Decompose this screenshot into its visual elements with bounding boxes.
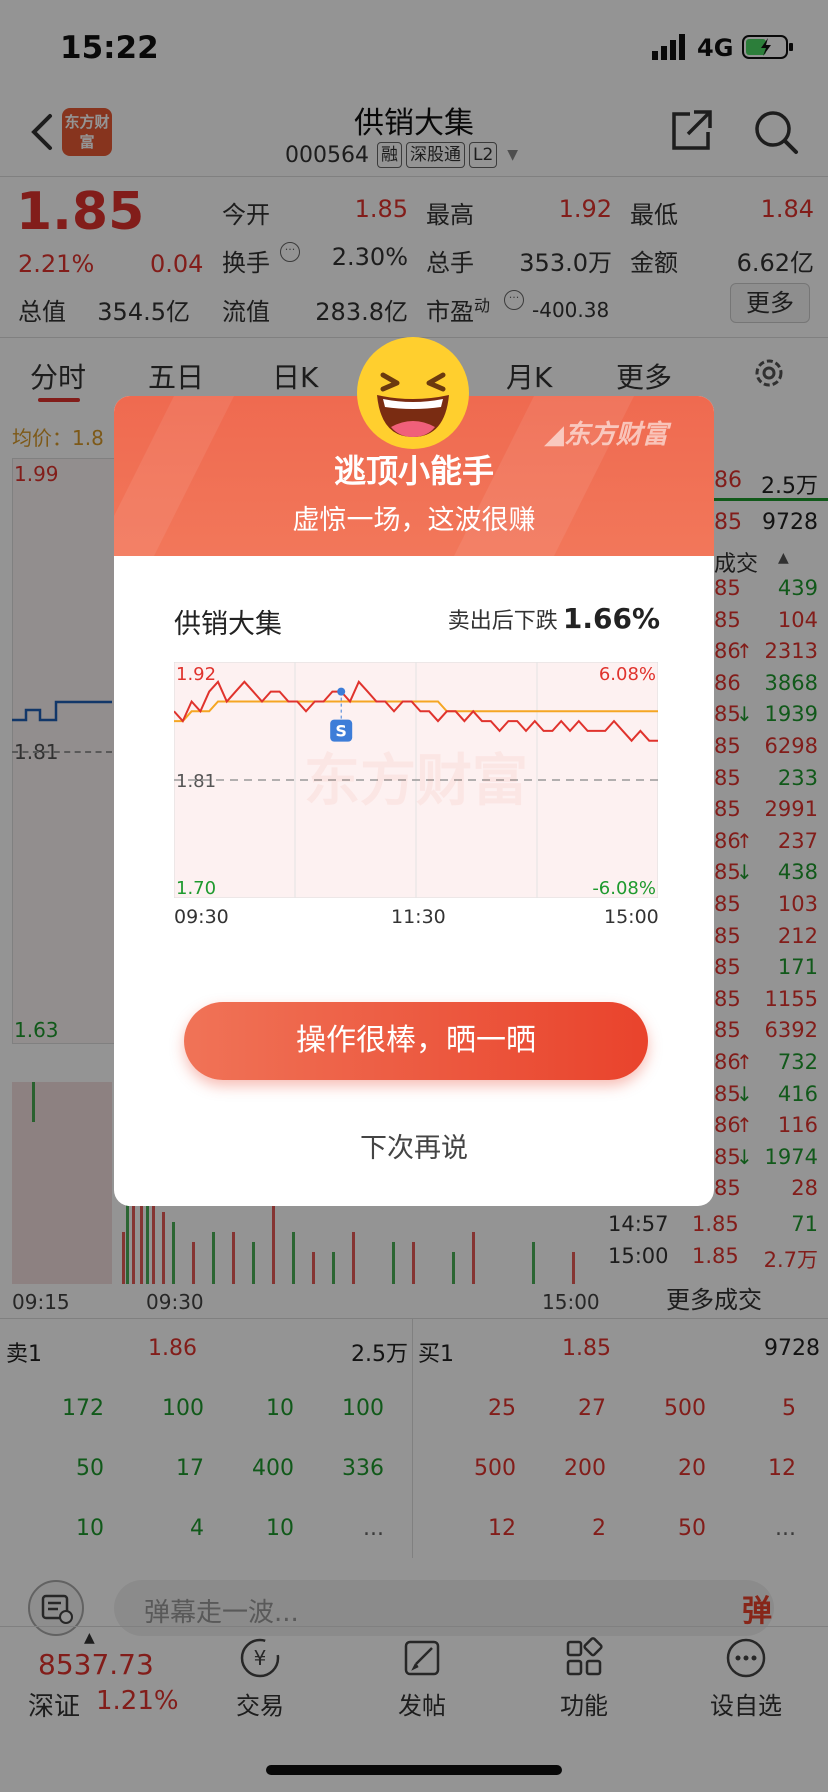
mini-x-start: 09:30 [174,906,229,928]
modal-drop-row: 卖出后下跌 1.66% [440,602,660,635]
mini-watermark: 东方财富 [304,749,528,814]
share-button[interactable]: 操作很棒，晒一晒 [184,1002,648,1080]
drop-label: 卖出后下跌 [447,609,558,634]
mini-y-bottom: 1.70 [176,878,216,898]
modal-subtitle: 虚惊一场，这波很赚 [292,505,536,536]
mini-y-right-top: 6.08% [599,664,656,685]
mini-y-mid: 1.81 [176,771,216,792]
modal-stock-name: 供销大集 [174,609,282,640]
drop-value: 1.66% [562,602,660,635]
dismiss-button[interactable]: 下次再说 [114,1126,714,1165]
modal-title: 逃顶小能手 [333,452,494,490]
mini-y-right-bottom: -6.08% [592,878,656,898]
laughing-emoji-icon [357,337,469,449]
mini-x-mid: 11:30 [391,906,446,928]
mini-x-end: 15:00 [604,906,659,928]
sell-marker-label: S [335,722,347,741]
mini-y-top: 1.92 [176,664,216,685]
mini-chart: 东方财富 S 1.92 1.81 1.70 6.08% -6.08% [173,661,659,899]
achievement-modal: ◢东方财富 逃顶小能手 虚惊一场，这波很赚 供销大集 卖出后下跌 1.66% 东… [114,396,714,1206]
mini-chart-svg: 东方财富 S 1.92 1.81 1.70 6.08% -6.08% [173,661,659,899]
